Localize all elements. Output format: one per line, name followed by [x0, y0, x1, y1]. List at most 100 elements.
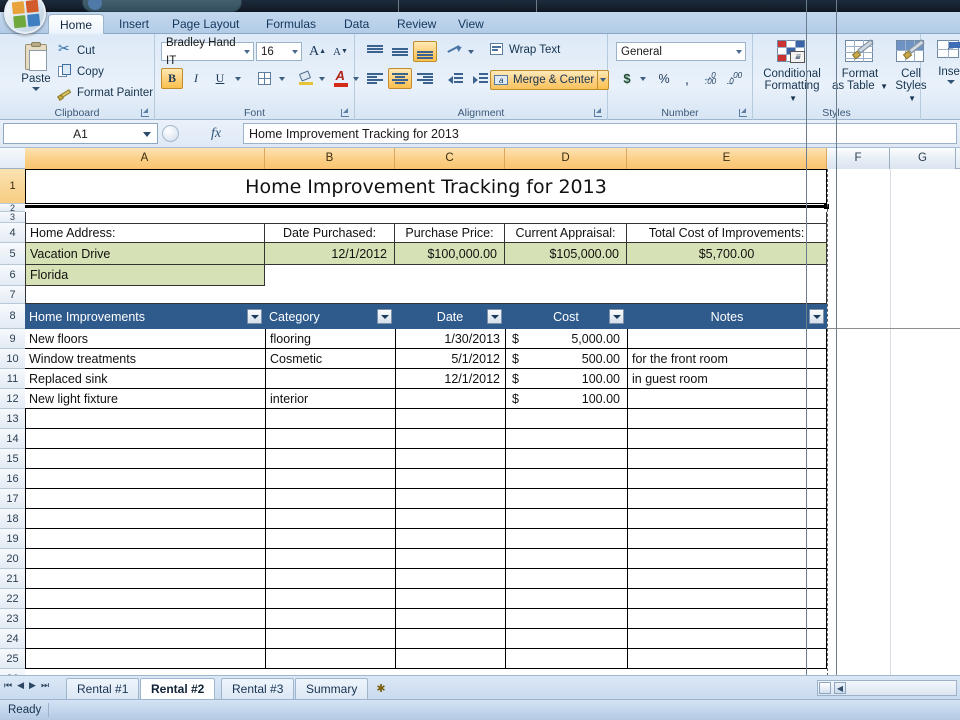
align-bottom-button[interactable] [413, 41, 437, 62]
cell-a1-title[interactable]: Home Improvement Tracking for 2013 [25, 169, 827, 204]
cell-c10-date[interactable]: 5/1/2012 [395, 349, 505, 369]
number-dialog-launcher[interactable] [738, 108, 748, 118]
cell-b10-category[interactable]: Cosmetic [265, 349, 395, 369]
tab-data[interactable]: Data [333, 14, 380, 34]
cell-a6-address-line2[interactable]: Florida [25, 265, 265, 286]
cell-b9-category[interactable]: flooring [265, 329, 395, 349]
row-header-11[interactable]: 11 [0, 369, 25, 389]
cell-c9-date[interactable]: 1/30/2013 [395, 329, 505, 349]
cell-b5-date-value[interactable]: 12/1/2012 [265, 243, 395, 265]
font-size-input[interactable]: 16 [256, 42, 302, 61]
cell-e10-notes[interactable]: for the front room [627, 349, 827, 369]
cell-c4-purchase-price[interactable]: Purchase Price: [395, 223, 505, 243]
table-row[interactable] [25, 589, 827, 609]
cell-c12-date[interactable] [395, 389, 505, 409]
table-row[interactable] [25, 449, 827, 469]
orientation-dropdown[interactable] [465, 41, 476, 62]
row-header-1[interactable]: 1 [0, 169, 25, 204]
underline-dropdown[interactable] [232, 68, 244, 89]
align-center-button[interactable] [388, 68, 412, 89]
insert-worksheet-icon[interactable]: ✱ [372, 680, 390, 697]
row-header-10[interactable]: 10 [0, 349, 25, 369]
increase-indent-button[interactable] [468, 68, 492, 89]
filter-dropdown-cost[interactable] [609, 309, 624, 324]
cell-b12-category[interactable]: interior [265, 389, 395, 409]
row-header-6[interactable]: 6 [0, 265, 25, 286]
cell-row7-empty[interactable] [25, 286, 827, 304]
cell-a4-home-address[interactable]: Home Address: [25, 223, 265, 243]
clipboard-dialog-launcher[interactable] [140, 108, 150, 118]
comma-format-button[interactable]: , [676, 68, 698, 89]
row-header-5[interactable]: 5 [0, 243, 25, 265]
cell-c5-price-value[interactable]: $100,000.00 [395, 243, 505, 265]
table-row[interactable] [25, 409, 827, 429]
cell-b6-empty[interactable] [265, 265, 827, 286]
row-header-13[interactable]: 13 [0, 409, 25, 429]
sheet-cells[interactable]: Home Improvement Tracking for 2013 Home … [25, 169, 960, 675]
italic-button[interactable]: I [185, 68, 207, 89]
next-sheet-icon[interactable]: ▶ [29, 680, 36, 691]
format-as-table-button[interactable]: Format as Table ▼ [831, 38, 889, 93]
cell-b8-header-category[interactable]: Category [265, 304, 395, 329]
column-header-c[interactable]: C [395, 148, 505, 169]
table-row[interactable] [25, 569, 827, 589]
row-header-9[interactable]: 9 [0, 329, 25, 349]
row-header-2[interactable]: 2 [0, 204, 25, 212]
alignment-dialog-launcher[interactable] [593, 108, 603, 118]
cell-d10-cost[interactable]: 500.00 [525, 349, 627, 369]
conditional-formatting-button[interactable]: ≣ Conditional Formatting ▼ [758, 38, 826, 105]
fill-color-dropdown[interactable] [316, 68, 328, 89]
fill-color-button[interactable] [295, 68, 317, 89]
table-row[interactable] [25, 469, 827, 489]
align-middle-button[interactable] [388, 41, 412, 62]
row-header-17[interactable]: 17 [0, 489, 25, 509]
row-header-8[interactable]: 8 [0, 304, 25, 329]
copy-button[interactable]: Copy [58, 64, 104, 79]
row-header-7[interactable]: 7 [0, 286, 25, 304]
filter-dropdown-category[interactable] [377, 309, 392, 324]
decrease-indent-button[interactable] [443, 68, 467, 89]
name-box[interactable]: A1 [3, 123, 158, 144]
sheet-tab-rental-2[interactable]: Rental #2 [140, 678, 216, 699]
align-top-button[interactable] [363, 41, 387, 62]
column-header-g[interactable]: G [890, 148, 956, 169]
underline-button[interactable]: U [209, 68, 231, 89]
row-header-20[interactable]: 20 [0, 549, 25, 569]
font-dialog-launcher[interactable] [340, 108, 350, 118]
currency-dropdown[interactable] [637, 68, 649, 89]
number-format-select[interactable]: General [616, 42, 746, 61]
cell-c11-date[interactable]: 12/1/2012 [395, 369, 505, 389]
row-header-3[interactable]: 3 [0, 212, 25, 223]
merge-and-center-button[interactable]: a Merge & Center [490, 70, 599, 90]
table-row[interactable] [25, 649, 827, 669]
orientation-button[interactable] [443, 41, 467, 62]
sheet-tab-summary[interactable]: Summary [295, 678, 369, 699]
tab-view[interactable]: View [447, 14, 495, 34]
tab-home[interactable]: Home [48, 14, 105, 34]
table-row[interactable] [25, 549, 827, 569]
cell-d9-cost[interactable]: 5,000.00 [525, 329, 627, 349]
last-sheet-icon[interactable]: ⏭ [41, 680, 49, 691]
cancel-formula-button[interactable] [162, 125, 179, 142]
sheet-tab-rental-3[interactable]: Rental #3 [221, 678, 295, 699]
cell-e9-notes[interactable] [627, 329, 827, 349]
align-left-button[interactable] [363, 68, 387, 89]
enter-formula-button[interactable] [181, 124, 203, 144]
align-right-button[interactable] [413, 68, 437, 89]
tab-formulas[interactable]: Formulas [255, 14, 327, 34]
wrap-text-button[interactable]: Wrap Text [490, 43, 560, 57]
cell-d4-current-appraisal[interactable]: Current Appraisal: [505, 223, 627, 243]
filter-dropdown-improvements[interactable] [247, 309, 262, 324]
row-header-12[interactable]: 12 [0, 389, 25, 409]
cell-b11-category[interactable] [265, 369, 395, 389]
cell-e4-total-cost[interactable]: Total Cost of Improvements: [627, 223, 827, 243]
cell-a12-improvement[interactable]: New light fixture [25, 389, 265, 409]
cell-e5-total-cost-value[interactable]: $5,700.00 [627, 243, 827, 265]
scrollbar-thumb[interactable] [819, 682, 831, 694]
row-header-16[interactable]: 16 [0, 469, 25, 489]
grow-font-button[interactable]: A ▲ [307, 41, 328, 62]
decrease-decimal-button[interactable]: → .00.0 [724, 68, 746, 89]
insert-function-button[interactable]: fx [205, 124, 227, 144]
currency-format-button[interactable]: $ [616, 68, 638, 89]
tab-review[interactable]: Review [386, 14, 447, 34]
